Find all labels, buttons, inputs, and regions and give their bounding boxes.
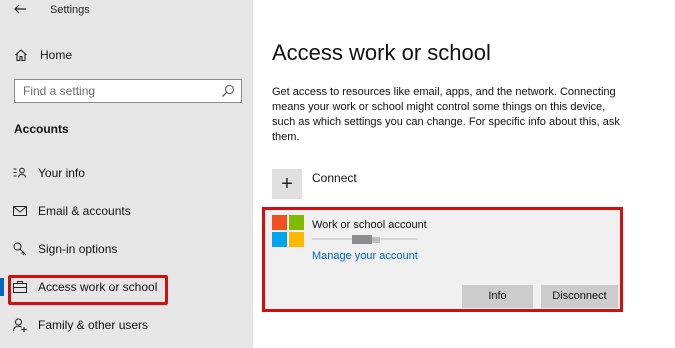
sidebar: Settings Home Find a setting Accounts Yo… — [0, 0, 253, 348]
section-title: Accounts — [14, 122, 69, 136]
search-icon[interactable] — [221, 84, 235, 98]
sidebar-item-family-other-users[interactable]: Family & other users — [0, 314, 253, 336]
work-account-card[interactable]: Work or school account Manage your accou… — [262, 207, 623, 312]
sidebar-item-label: Your info — [38, 166, 85, 180]
plus-icon[interactable]: + — [272, 169, 302, 199]
key-icon — [12, 241, 28, 257]
mail-icon — [12, 203, 28, 219]
sidebar-item-your-info[interactable]: Your info — [0, 162, 253, 184]
title-bar: Settings — [0, 0, 253, 22]
sidebar-item-label: Email & accounts — [38, 204, 131, 218]
highlight-box-nav — [8, 275, 168, 305]
sidebar-item-home[interactable]: Home — [14, 46, 234, 64]
home-icon — [14, 48, 28, 62]
page-title: Access work or school — [272, 40, 491, 65]
search-box[interactable]: Find a setting — [14, 79, 242, 103]
person-card-icon — [12, 165, 28, 181]
microsoft-logo-icon — [272, 215, 304, 247]
person-add-icon — [12, 317, 28, 333]
connect-label: Connect — [312, 171, 357, 185]
back-arrow-icon[interactable] — [12, 2, 28, 18]
home-label: Home — [40, 48, 73, 62]
info-button[interactable]: Info — [462, 285, 533, 308]
manage-account-link[interactable]: Manage your account — [312, 250, 418, 262]
redacted-email — [312, 235, 418, 244]
sidebar-item-label: Sign-in options — [38, 242, 118, 256]
page-description: Get access to resources like email, apps… — [272, 86, 620, 143]
sidebar-item-sign-in-options[interactable]: Sign-in options — [0, 238, 253, 260]
active-indicator — [0, 278, 4, 296]
account-title: Work or school account — [312, 219, 427, 231]
app-title: Settings — [50, 4, 90, 16]
main-content: Access work or school Get access to reso… — [253, 0, 675, 348]
search-input[interactable]: Find a setting — [15, 84, 221, 98]
sidebar-item-email-accounts[interactable]: Email & accounts — [0, 200, 253, 222]
sidebar-item-label: Family & other users — [38, 318, 149, 332]
disconnect-button[interactable]: Disconnect — [541, 285, 618, 308]
connect-button[interactable]: + Connect — [272, 169, 472, 201]
